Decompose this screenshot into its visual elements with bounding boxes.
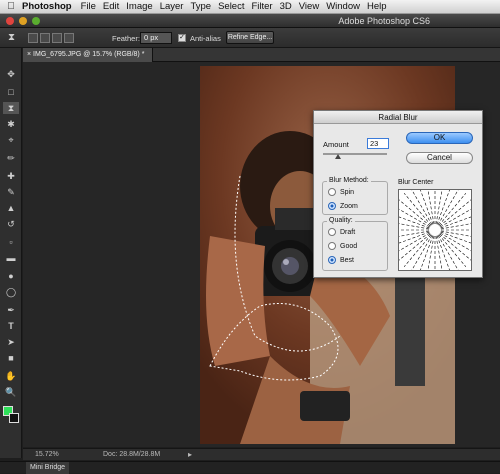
radio-draft[interactable]: Draft [328,228,355,236]
lasso-tool-preset-icon[interactable]: ⧗ [8,32,15,43]
document-size: Doc: 28.8M/28.8M [103,451,161,458]
mini-bridge-tab[interactable]: Mini Bridge [26,462,70,474]
apple-menu-icon[interactable]:  [0,1,22,12]
tools-panel: ✥ □ ⧗ ✱ ⌖ ✏ ✚ ✎ ▲ ↺ ▫ ▬ ● ◯ ✒ T ➤ ■ ✋ 🔍 [0,48,22,458]
radio-zoom[interactable]: Zoom [328,202,358,210]
close-tab-icon[interactable]: × [27,51,31,58]
quick-select-icon[interactable]: ✱ [3,118,19,130]
refine-edge-button[interactable]: Refine Edge... [226,31,274,44]
add-selection-icon[interactable] [40,33,50,43]
shape-icon[interactable]: ■ [3,352,19,364]
radio-spin-label: Spin [340,188,355,196]
zoom-window-icon[interactable] [32,17,40,25]
radio-spin-icon[interactable] [328,188,336,196]
background-color-swatch[interactable] [9,413,19,423]
radial-blur-dialog: Radial Blur Amount 23 OK Cancel Blur Met… [313,110,483,278]
menu-file[interactable]: File [81,1,103,12]
menu-type[interactable]: Type [190,1,218,12]
close-window-icon[interactable] [6,17,14,25]
amount-input[interactable]: 23 [367,138,389,149]
window-controls [6,17,40,25]
cancel-button[interactable]: Cancel [406,152,473,164]
amount-slider-knob[interactable] [335,154,341,159]
blur-center-label: Blur Center [398,179,434,186]
window-title-bar: Adobe Photoshop CS6 [0,14,500,28]
type-icon[interactable]: T [3,320,19,332]
document-tab-label: IMG_6795.JPG @ 15.7% (RGB/8) * [33,51,145,58]
blur-center-grid-icon [387,182,483,278]
menu-photoshop[interactable]: Photoshop [22,1,81,12]
eyedropper-icon[interactable]: ✏ [3,152,19,164]
radio-good-icon[interactable] [328,242,336,250]
feather-label: Feather: [112,34,140,43]
amount-label: Amount [323,140,349,149]
window-title: Adobe Photoshop CS6 [338,16,430,26]
minimize-window-icon[interactable] [19,17,27,25]
healing-icon[interactable]: ✚ [3,170,19,182]
options-bar: ⧗ Feather: 0 px ✓ Anti-alias Refine Edge… [0,28,500,48]
lasso-icon[interactable]: ⧗ [3,102,19,114]
document-tab[interactable]: × IMG_6795.JPG @ 15.7% (RGB/8) * [23,48,153,62]
path-select-icon[interactable]: ➤ [3,336,19,348]
crop-icon[interactable]: ⌖ [3,134,19,146]
document-tab-bar: × IMG_6795.JPG @ 15.7% (RGB/8) * [23,48,500,62]
menu-select[interactable]: Select [218,1,251,12]
menu-3d[interactable]: 3D [280,1,299,12]
amount-slider-track[interactable] [323,153,387,155]
hand-icon[interactable]: ✋ [3,370,19,382]
blur-icon[interactable]: ● [3,270,19,282]
move-icon[interactable]: ✥ [3,68,19,80]
antialias-label: Anti-alias [190,34,221,43]
new-selection-icon[interactable] [28,33,38,43]
intersect-selection-icon[interactable] [64,33,74,43]
dodge-icon[interactable]: ◯ [3,286,19,298]
feather-input[interactable]: 0 px [140,32,172,44]
quality-group: Quality: Draft Good Best [322,217,388,271]
dialog-title: Radial Blur [314,111,482,124]
zoom-level[interactable]: 15.72% [35,451,59,458]
radio-best-label: Best [340,256,355,264]
gradient-icon[interactable]: ▬ [3,252,19,264]
radio-best[interactable]: Best [328,256,354,264]
radio-draft-icon[interactable] [328,228,336,236]
zoom-icon[interactable]: 🔍 [3,386,19,398]
brush-icon[interactable]: ✎ [3,186,19,198]
radio-zoom-label: Zoom [340,202,358,210]
menu-image[interactable]: Image [126,1,159,12]
quality-title: Quality: [327,217,355,224]
ok-button[interactable]: OK [406,132,473,144]
radio-draft-label: Draft [340,228,356,236]
blur-method-group: Blur Method: Spin Zoom [322,177,388,215]
status-menu-arrow-icon[interactable]: ▸ [188,450,192,459]
menu-help[interactable]: Help [367,1,394,12]
menu-view[interactable]: View [299,1,326,12]
menu-bar:  Photoshop File Edit Image Layer Type S… [0,0,500,14]
radio-zoom-icon[interactable] [328,202,336,210]
history-brush-icon[interactable]: ↺ [3,218,19,230]
radio-good[interactable]: Good [328,242,357,250]
subtract-selection-icon[interactable] [52,33,62,43]
clone-stamp-icon[interactable]: ▲ [3,202,19,214]
antialias-checkbox[interactable]: ✓ [178,34,186,42]
marquee-icon[interactable]: □ [3,86,19,98]
menu-window[interactable]: Window [326,1,367,12]
menu-filter[interactable]: Filter [251,1,279,12]
menu-edit[interactable]: Edit [103,1,126,12]
pen-icon[interactable]: ✒ [3,304,19,316]
blur-center-preview[interactable] [387,182,483,278]
eraser-icon[interactable]: ▫ [3,236,19,248]
radio-best-icon[interactable] [328,256,336,264]
status-bar: 15.72% Doc: 28.8M/28.8M ▸ [23,448,500,460]
panel-dock-bottom: Mini Bridge [0,461,500,474]
menu-layer[interactable]: Layer [160,1,191,12]
radio-spin[interactable]: Spin [328,188,354,196]
blur-method-title: Blur Method: [327,177,371,184]
radio-good-label: Good [340,242,358,250]
